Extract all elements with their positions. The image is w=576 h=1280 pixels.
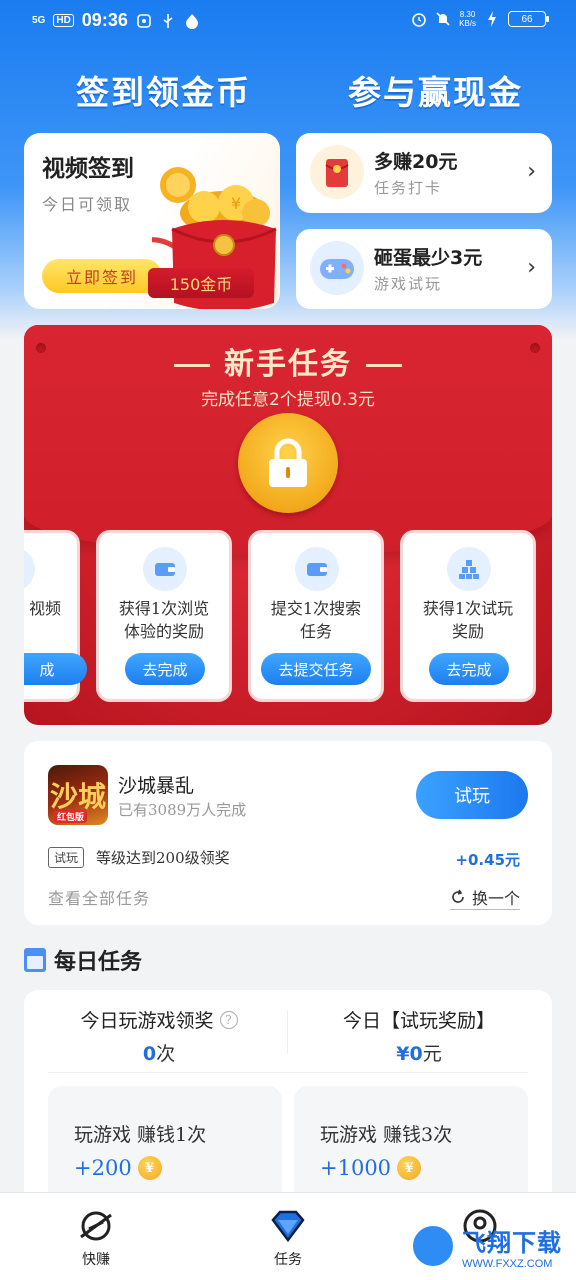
egg-smash-title: 砸蛋最少3元 <box>374 247 483 269</box>
task-line2: 视频 <box>28 599 61 618</box>
tab-quick-earn[interactable]: 快赚 <box>56 1207 136 1269</box>
daily-tasks-header: 每日任务 <box>24 944 142 976</box>
newbie-task-list[interactable]: 视频 成 获得1次浏览 体验的奖励 去完成 提交1次搜索 任务 去提交任务 获得… <box>24 530 552 702</box>
egg-smash-card[interactable]: 砸蛋最少3元 游戏试玩 › <box>296 229 552 309</box>
swap-task-button[interactable]: 换一个 <box>449 885 520 910</box>
app-notification-icon <box>184 13 200 29</box>
task-card-watch-video[interactable]: 视频 成 <box>24 530 87 702</box>
alarm-icon <box>411 11 427 27</box>
task-line2: 任务 <box>299 622 332 641</box>
task-complete-button[interactable]: 去完成 <box>125 653 205 685</box>
task-line2: 体验的奖励 <box>123 622 204 641</box>
planet-icon <box>77 1207 115 1245</box>
site-watermark: 飞翔下载 WWW.FXXZ.COM <box>410 1218 570 1274</box>
clock: 09:36 <box>81 10 128 30</box>
daily-task-title: 玩游戏 赚钱3次 <box>320 1124 453 1146</box>
task-line1: 获得1次浏览 <box>118 599 210 618</box>
coin-icon: ¥ <box>397 1156 422 1180</box>
watermark-url: WWW.FXXZ.COM <box>462 1257 553 1270</box>
trial-description: 等级达到200级领奖 <box>96 849 230 867</box>
daily-task-reward: +200 ¥ <box>74 1156 162 1180</box>
blocks-icon <box>447 547 491 591</box>
notification-icon <box>136 13 152 29</box>
coin-reward-badge: 150金币 <box>148 268 254 298</box>
network-indicator: 5G <box>32 15 46 26</box>
lock-icon <box>238 413 338 513</box>
task-card-browse[interactable]: 获得1次浏览 体验的奖励 去完成 <box>96 530 232 702</box>
newbie-subtitle: 完成任意2个提现0.3元 <box>201 390 375 410</box>
help-icon[interactable]: ? <box>219 1010 238 1029</box>
newbie-title: 新手任务 <box>24 339 552 383</box>
game-completed-count: 已有3089万人完成 <box>118 801 247 819</box>
task-complete-button[interactable]: 去完成 <box>429 653 509 685</box>
task-line1: 提交1次搜索 <box>270 599 362 618</box>
video-signin-card[interactable]: 视频签到 今日可领取 立即签到 ¥ 150金币 <box>24 133 280 309</box>
charging-icon <box>484 11 500 27</box>
trial-reward: +0.45元 <box>455 851 520 869</box>
view-all-tasks-link[interactable]: 查看全部任务 <box>48 885 150 909</box>
signin-card-subtitle: 今日可领取 <box>42 195 133 214</box>
game-name: 沙城暴乱 <box>118 775 195 797</box>
gamepad-icon <box>310 241 364 295</box>
refresh-icon <box>452 889 464 903</box>
task-checkin-title: 多赚20元 <box>374 151 458 173</box>
battery-indicator: 66 <box>508 11 549 27</box>
egg-smash-subtitle: 游戏试玩 <box>374 275 443 293</box>
divider <box>287 1010 288 1054</box>
game-trial-card: 沙城 红包版 沙城暴乱 已有3089万人完成 试玩 试玩 等级达到200级领奖 … <box>24 741 552 925</box>
calendar-icon <box>24 948 46 972</box>
daily-task-reward: +1000 ¥ <box>320 1156 422 1180</box>
diamond-icon <box>269 1207 307 1245</box>
trial-reward-stat: 今日【试玩奖励】 ¥0元 <box>342 1010 495 1065</box>
task-checkin-subtitle: 任务打卡 <box>374 179 443 197</box>
network-speed: 8.30 KB/s <box>459 10 476 28</box>
tab-tasks[interactable]: 任务 <box>248 1207 328 1269</box>
task-line2: 奖励 <box>451 622 484 641</box>
task-line1: 获得1次试玩 <box>422 599 514 618</box>
divider <box>48 1072 528 1073</box>
newbie-task-panel: 新手任务 完成任意2个提现0.3元 视频 成 获得1次浏览 体验的奖励 去完成 … <box>24 325 552 725</box>
daily-task-title: 玩游戏 赚钱1次 <box>74 1124 207 1146</box>
signin-section-title: 签到领金币 <box>76 73 251 112</box>
signin-card-title: 视频签到 <box>42 156 134 182</box>
trial-tag: 试玩 <box>48 847 85 868</box>
usb-icon <box>160 13 176 29</box>
mute-icon <box>435 11 451 27</box>
video-icon <box>24 547 35 591</box>
hd-indicator: HD <box>53 14 74 27</box>
try-play-button[interactable]: 试玩 <box>416 771 528 819</box>
watermark-text: 飞翔下载 <box>462 1228 562 1257</box>
daily-tasks-title: 每日任务 <box>54 950 143 975</box>
task-checkin-card[interactable]: 多赚20元 任务打卡 › <box>296 133 552 213</box>
wallet-icon <box>143 547 187 591</box>
game-icon[interactable]: 沙城 红包版 <box>48 765 108 825</box>
watermark-logo <box>410 1223 456 1269</box>
red-packet-icon <box>310 145 364 199</box>
cash-section-title: 参与赢现金 <box>348 73 523 112</box>
status-bar: 5G HD 09:36 8.30 KB/s 66 <box>0 0 576 44</box>
signin-button[interactable]: 立即签到 <box>42 259 162 293</box>
submit-task-button[interactable]: 去提交任务 <box>261 653 371 685</box>
wallet-icon <box>295 547 339 591</box>
games-played-stat: 今日玩游戏领奖? 0次 <box>34 1006 284 1066</box>
daily-tasks-card: 今日玩游戏领奖? 0次 今日【试玩奖励】 ¥0元 玩游戏 赚钱1次 +200 ¥ … <box>24 990 552 1210</box>
svg-text:¥: ¥ <box>231 194 241 213</box>
chevron-right-icon: › <box>527 255 536 280</box>
coin-icon: ¥ <box>137 1156 162 1180</box>
task-card-trial[interactable]: 获得1次试玩 奖励 去完成 <box>400 530 536 702</box>
chevron-right-icon: › <box>527 159 536 184</box>
task-complete-button[interactable]: 成 <box>24 653 87 685</box>
task-card-search[interactable]: 提交1次搜索 任务 去提交任务 <box>248 530 384 702</box>
